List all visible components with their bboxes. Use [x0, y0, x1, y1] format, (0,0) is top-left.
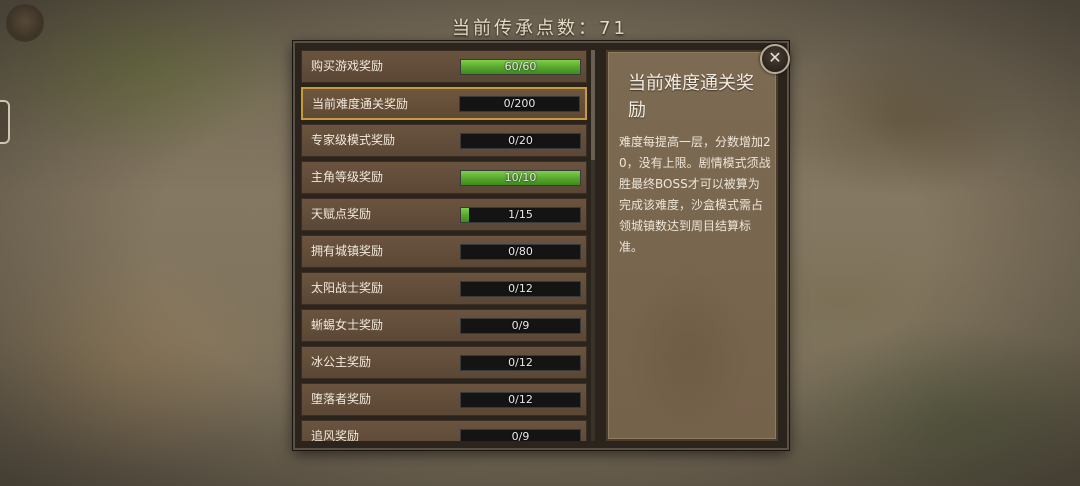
reward-progress-bar: 0/200 [459, 96, 580, 112]
reward-progress-bar: 60/60 [460, 59, 581, 75]
scrollbar-thumb[interactable] [591, 50, 595, 160]
progress-text: 0/12 [508, 282, 533, 295]
reward-row[interactable]: 蜥蜴女士奖励 0/9 [301, 309, 587, 342]
progress-text: 0/12 [508, 393, 533, 406]
reward-label: 追风奖励 [311, 429, 360, 441]
reward-label: 冰公主奖励 [311, 355, 372, 369]
reward-label: 当前难度通关奖励 [312, 97, 409, 111]
reward-row[interactable]: 冰公主奖励 0/12 [301, 346, 587, 379]
reward-row[interactable]: 当前难度通关奖励 0/200 [301, 87, 587, 120]
reward-list-scrollbar[interactable] [591, 50, 595, 441]
reward-progress-bar: 0/9 [460, 318, 581, 334]
inheritance-points-title: 当前传承点数：71 [452, 18, 628, 39]
reward-progress-bar: 0/12 [460, 281, 581, 297]
reward-row[interactable]: 主角等级奖励 10/10 [301, 161, 587, 194]
reward-panel: 购买游戏奖励 60/60 当前难度通关奖励 0/200 专家级模式奖励 0/20 主角等级奖… [293, 41, 789, 450]
reward-progress-bar: 0/12 [460, 355, 581, 371]
side-tab-handle[interactable] [0, 100, 10, 144]
reward-label: 主角等级奖励 [311, 170, 384, 184]
reward-progress-bar: 0/80 [460, 244, 581, 260]
progress-text: 10/10 [504, 171, 537, 184]
reward-progress-bar: 0/9 [460, 429, 581, 441]
reward-label: 购买游戏奖励 [311, 59, 384, 73]
progress-text: 0/200 [503, 97, 536, 110]
reward-label: 天赋点奖励 [311, 207, 372, 221]
reward-progress-bar: 0/12 [460, 392, 581, 408]
detail-title: 当前难度通关奖励 [628, 73, 754, 121]
reward-progress-bar: 10/10 [460, 170, 581, 186]
reward-row[interactable]: 追风奖励 0/9 [301, 420, 587, 441]
reward-row[interactable]: 拥有城镇奖励 0/80 [301, 235, 587, 268]
progress-text: 0/9 [511, 319, 530, 332]
reward-row[interactable]: 天赋点奖励 1/15 [301, 198, 587, 231]
progress-text: 1/15 [508, 208, 533, 221]
progress-text: 0/80 [508, 245, 533, 258]
reward-row[interactable]: 专家级模式奖励 0/20 [301, 124, 587, 157]
reward-row[interactable]: 购买游戏奖励 60/60 [301, 50, 587, 83]
progress-text: 0/20 [508, 134, 533, 147]
reward-detail-panel: 当前难度通关奖励 难度每提高一层，分数增加20，没有上限。剧情模式须战胜最终BO… [606, 50, 778, 441]
detail-description: 难度每提高一层，分数增加20，没有上限。剧情模式须战胜最终BOSS才可以被算为完… [619, 135, 771, 254]
reward-label: 蜥蜴女士奖励 [311, 318, 384, 332]
progress-text: 60/60 [504, 60, 537, 73]
reward-progress-bar: 1/15 [460, 207, 581, 223]
reward-label: 太阳战士奖励 [311, 281, 384, 295]
reward-row[interactable]: 太阳战士奖励 0/12 [301, 272, 587, 305]
reward-label: 堕落者奖励 [311, 392, 372, 406]
reward-row[interactable]: 堕落者奖励 0/12 [301, 383, 587, 416]
reward-progress-bar: 0/20 [460, 133, 581, 149]
reward-label: 专家级模式奖励 [311, 133, 396, 147]
reward-list: 购买游戏奖励 60/60 当前难度通关奖励 0/200 专家级模式奖励 0/20 主角等级奖… [301, 50, 587, 441]
progress-text: 0/9 [511, 430, 530, 441]
progress-text: 0/12 [508, 356, 533, 369]
close-icon[interactable]: ✕ [760, 44, 790, 74]
reward-label: 拥有城镇奖励 [311, 244, 384, 258]
